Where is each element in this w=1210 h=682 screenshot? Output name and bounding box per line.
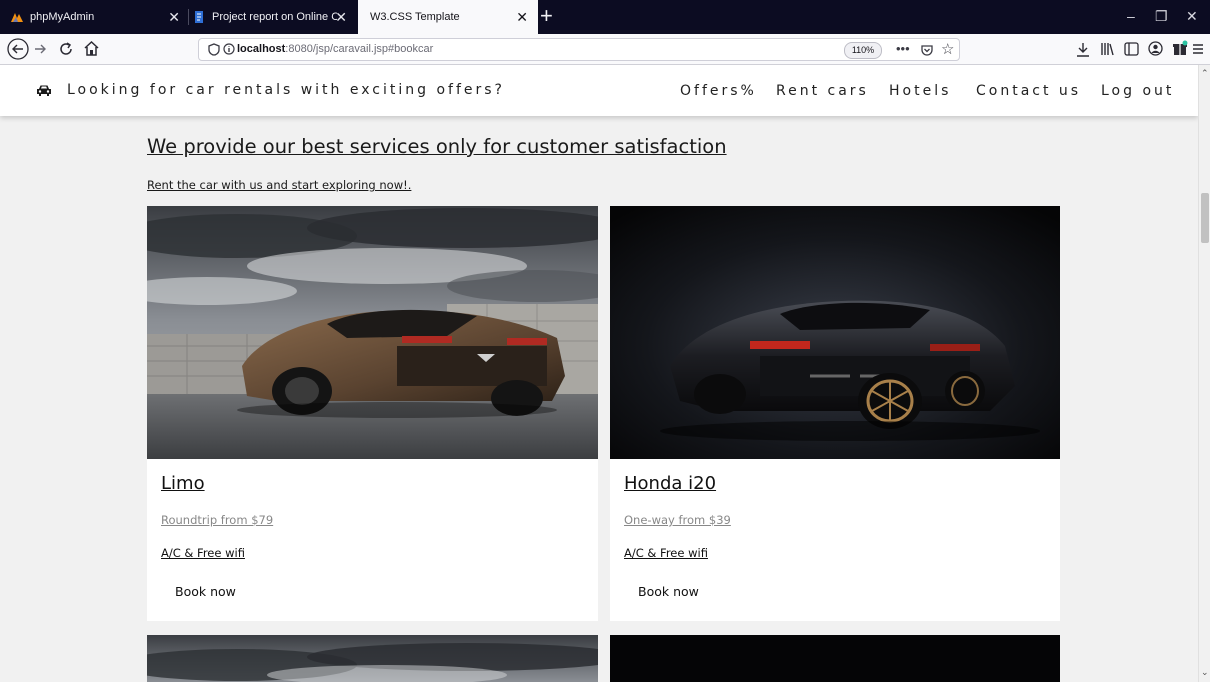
nav-link-hotels[interactable]: Hotels <box>889 83 951 99</box>
car-name[interactable]: Limo <box>161 473 205 494</box>
phpmyadmin-icon <box>11 13 23 22</box>
account-icon[interactable] <box>1148 41 1163 56</box>
menu-icon[interactable] <box>1192 43 1204 55</box>
tab-title: phpMyAdmin <box>30 11 95 23</box>
car-photo-partial-3 <box>147 635 598 682</box>
book-now-button[interactable]: Book now <box>161 579 250 604</box>
zoom-badge[interactable]: 110% <box>844 42 882 59</box>
site-tagline: Looking for car rentals with exciting of… <box>67 82 505 98</box>
nav-link-contact-us[interactable]: Contact us <box>976 83 1081 99</box>
car-card-honda-i20: Honda i20 One-way from $39 A/C & Free wi… <box>610 206 1060 621</box>
window-close-icon[interactable]: ✕ <box>1186 8 1198 25</box>
nav-link-log-out[interactable]: Log out <box>1101 83 1174 99</box>
tab-w3css-template[interactable]: W3.CSS Template ✕ <box>358 0 538 34</box>
extensions-gift-icon[interactable] <box>1172 40 1188 56</box>
url-bar[interactable]: localhost:8080/jsp/caravail.jsp#bookcar … <box>198 38 960 61</box>
scroll-down-icon[interactable]: ⌄ <box>1201 667 1209 678</box>
car-price[interactable]: One-way from $39 <box>624 513 731 527</box>
car-features[interactable]: A/C & Free wifi <box>161 546 245 560</box>
nav-link-rent-cars[interactable]: Rent cars <box>776 83 869 99</box>
url-text[interactable]: localhost:8080/jsp/caravail.jsp#bookcar <box>237 43 433 55</box>
close-icon[interactable]: ✕ <box>335 9 347 26</box>
forward-icon[interactable] <box>33 42 47 56</box>
site-brand[interactable]: Looking for car rentals with exciting of… <box>36 82 505 98</box>
pocket-icon[interactable] <box>920 43 934 57</box>
tab-divider <box>188 9 189 25</box>
new-tab-button[interactable]: + <box>540 4 553 28</box>
reload-icon[interactable] <box>58 41 74 57</box>
page-subline[interactable]: Rent the car with us and start exploring… <box>147 178 411 192</box>
tab-title: W3.CSS Template <box>370 11 460 23</box>
browser-tab-bar: phpMyAdmin ✕ Project report on Online Ca… <box>0 0 1210 34</box>
library-icon[interactable] <box>1100 42 1115 56</box>
page-viewport: Looking for car rentals with exciting of… <box>0 65 1198 682</box>
car-card-partial-3 <box>147 635 598 682</box>
site-top-bar: Looking for car rentals with exciting of… <box>0 65 1198 116</box>
car-card-limo: Limo Roundtrip from $79 A/C & Free wifi … <box>147 206 598 621</box>
tab-project-report[interactable]: Project report on Online Car Re ✕ <box>192 0 357 34</box>
scroll-up-icon[interactable]: ⌃ <box>1201 68 1209 79</box>
scrollbar-thumb[interactable] <box>1201 193 1209 243</box>
car-icon <box>37 85 51 96</box>
back-button[interactable] <box>7 38 29 60</box>
book-now-button[interactable]: Book now <box>624 579 713 604</box>
page-actions-icon[interactable]: ••• <box>896 41 910 56</box>
info-icon[interactable] <box>223 43 235 55</box>
restore-icon[interactable]: ❐ <box>1155 8 1168 25</box>
url-host: localhost <box>237 43 286 55</box>
car-card-partial-4 <box>610 635 1060 682</box>
car-photo-limo <box>147 206 598 459</box>
tab-phpmyadmin[interactable]: phpMyAdmin ✕ <box>10 0 190 34</box>
shield-icon[interactable] <box>208 43 220 56</box>
tab-title: Project report on Online Car Re <box>212 11 337 23</box>
minimize-icon[interactable]: – <box>1127 8 1135 24</box>
page-headline: We provide our best services only for cu… <box>147 135 727 158</box>
page-scrollbar[interactable]: ⌃ ⌄ <box>1198 65 1210 682</box>
close-icon[interactable]: ✕ <box>168 9 180 26</box>
nav-link-offers[interactable]: Offers% <box>680 83 757 99</box>
url-path: :8080/jsp/caravail.jsp#bookcar <box>285 43 434 55</box>
sidebar-icon[interactable] <box>1124 42 1139 56</box>
home-icon[interactable] <box>83 40 100 57</box>
browser-nav-bar: localhost:8080/jsp/caravail.jsp#bookcar … <box>0 34 1210 65</box>
car-features[interactable]: A/C & Free wifi <box>624 546 708 560</box>
download-icon[interactable] <box>1076 42 1090 57</box>
document-icon <box>195 11 203 23</box>
car-name[interactable]: Honda i20 <box>624 473 716 494</box>
car-price[interactable]: Roundtrip from $79 <box>161 513 273 527</box>
car-photo-honda-i20 <box>610 206 1060 459</box>
close-icon[interactable]: ✕ <box>516 9 528 26</box>
bookmark-star-icon[interactable]: ☆ <box>941 40 954 58</box>
